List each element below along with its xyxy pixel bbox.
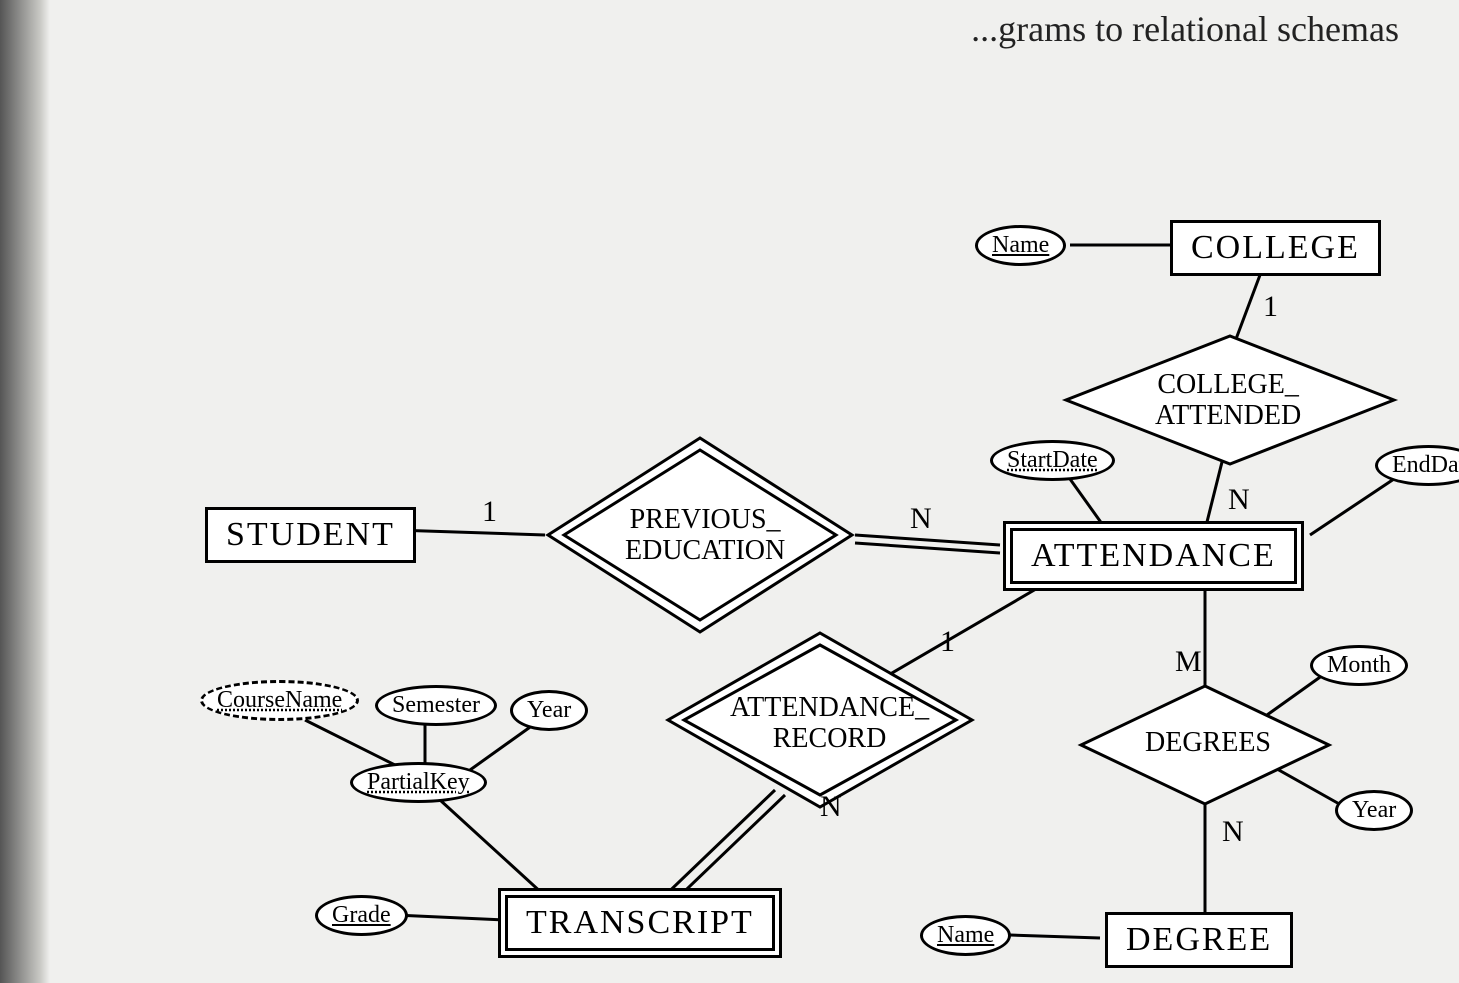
card-college-attend: 1: [1263, 290, 1278, 324]
attr-college-name: Name: [975, 225, 1066, 266]
attr-month: Month: [1310, 645, 1408, 686]
label-degrees: DEGREES: [1145, 728, 1271, 759]
label-attendance-record: ATTENDANCE_ RECORD: [730, 693, 929, 755]
card-attendance-rec-one: 1: [940, 625, 955, 659]
card-prev-attendance: N: [910, 502, 932, 536]
attr-partial-key: PartialKey: [350, 762, 487, 803]
attr-semester: Semester: [375, 685, 497, 726]
attr-start-date: StartDate: [990, 440, 1115, 481]
attr-year-degree: Year: [1335, 790, 1413, 831]
page-header-fragment: ...grams to relational schemas: [971, 8, 1399, 50]
entity-degree: DEGREE: [1105, 912, 1293, 968]
entity-student: STUDENT: [205, 507, 416, 563]
card-degrees-n: N: [1222, 815, 1244, 849]
attr-end-date: EndDat: [1375, 445, 1459, 486]
card-student-prev: 1: [482, 495, 497, 529]
page-binding-shadow: [0, 0, 50, 983]
entity-attendance: ATTENDANCE: [1010, 528, 1297, 584]
card-rec-transcript: N: [820, 790, 842, 824]
card-degrees-m: M: [1175, 645, 1202, 679]
entity-college: COLLEGE: [1170, 220, 1381, 276]
attr-year-transcript: Year: [510, 690, 588, 731]
label-college-attended: COLLEGE_ ATTENDED: [1155, 370, 1301, 432]
attr-course-name: CourseName: [200, 680, 359, 721]
attr-degree-name: Name: [920, 915, 1011, 956]
card-attend-attendance: N: [1228, 483, 1250, 517]
label-previous-education: PREVIOUS_ EDUCATION: [625, 505, 785, 567]
entity-transcript: TRANSCRIPT: [505, 895, 775, 951]
attr-grade: Grade: [315, 895, 408, 936]
